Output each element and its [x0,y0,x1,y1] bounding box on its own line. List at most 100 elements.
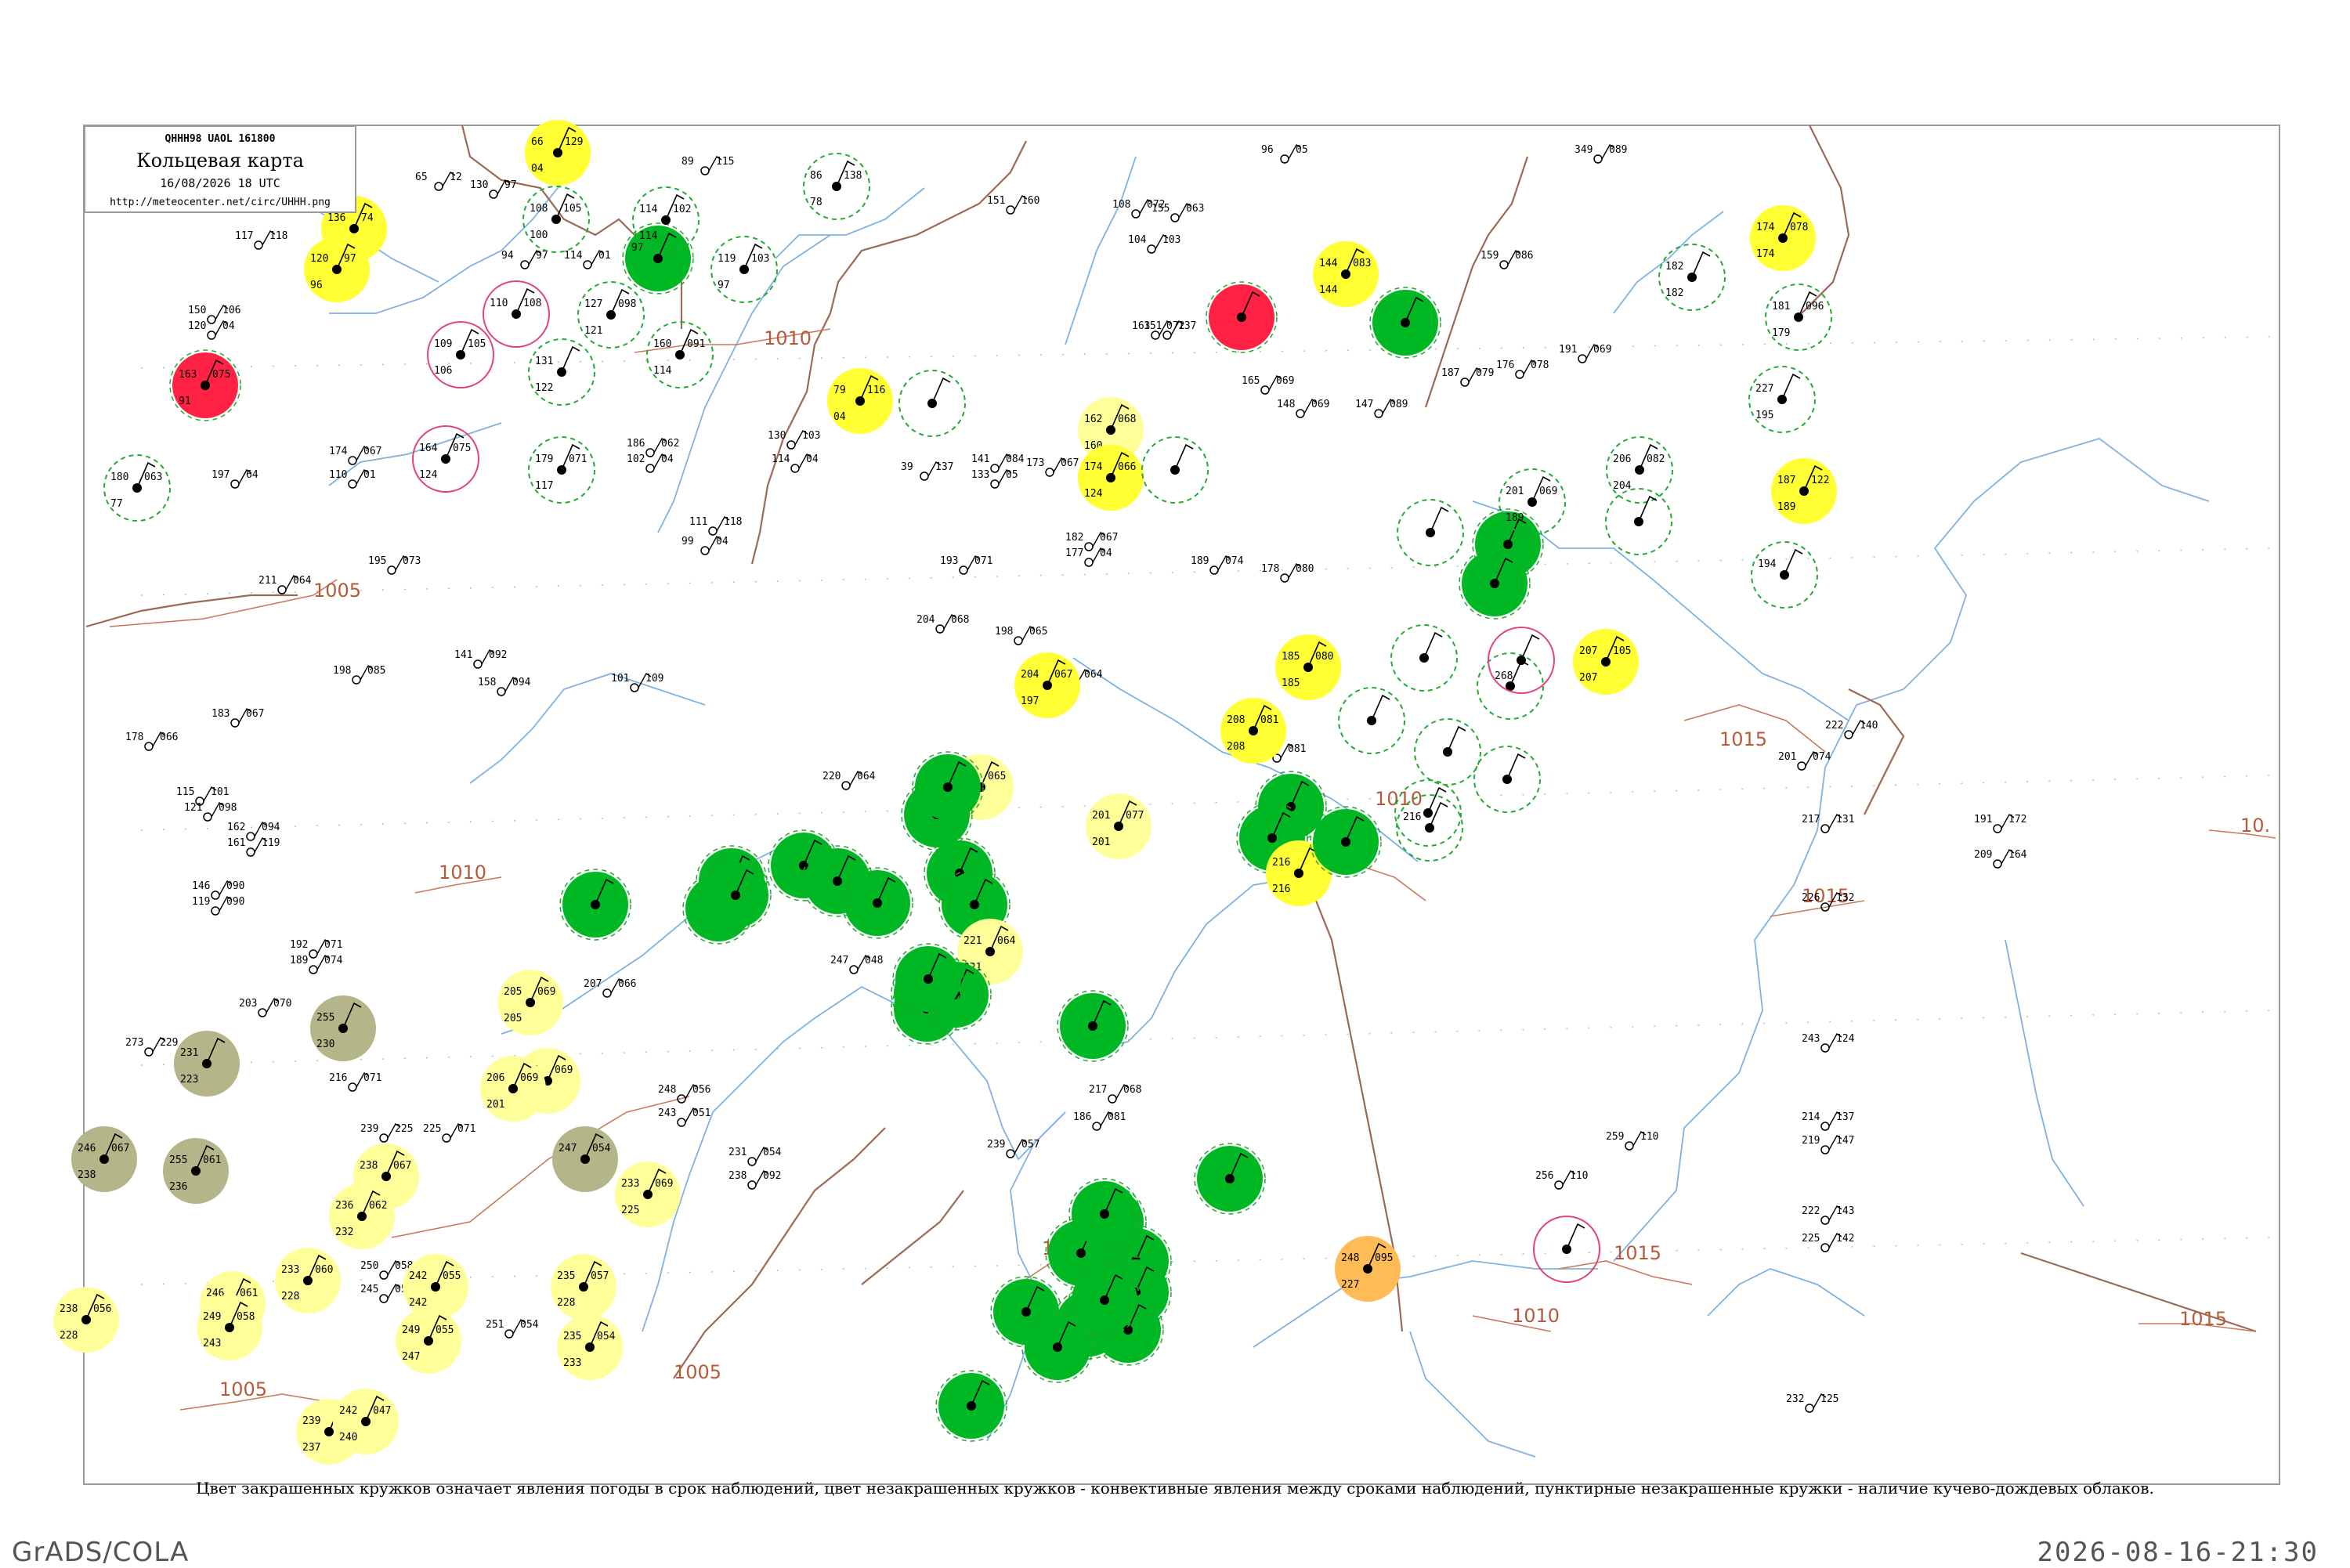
station-pressure: 095 [1375,1252,1393,1264]
station-pressure: 047 [373,1405,391,1417]
obs-pressure: 125 [1820,1393,1838,1405]
station-dewpoint: 106 [434,365,452,377]
station-circle: 97 [622,222,694,294]
station-circle [1533,1216,1600,1283]
station-temperature: 206 [1613,453,1631,465]
obs-temperature: 120 [188,320,206,332]
station-circle: 174 066 124 [1078,445,1144,511]
obs-temperature: 245 [360,1284,378,1295]
station-dot-icon [1084,542,1094,551]
obs-pressure: 071 [363,1072,381,1084]
station-observation: 65 12 [415,171,462,191]
station-dot-icon [708,526,718,536]
station-dewpoint: 237 [302,1442,320,1454]
station-circle [1605,488,1672,555]
obs-temperature: 243 [658,1107,676,1119]
obs-temperature: 141 [454,649,472,661]
river [2005,939,2084,1207]
obs-temperature: 232 [1786,1393,1804,1405]
station-circle: 194 [1751,541,1818,609]
station-dot-icon [1625,1141,1634,1151]
station-observation: 89 115 [682,155,734,175]
station-observation: 178 066 [125,731,178,751]
obs-temperature: 204 [916,614,935,626]
obs-pressure: 074 [1225,555,1244,567]
station-observation: 222 143 [1802,1205,1854,1225]
station-pressure: 067 [1054,669,1072,681]
obs-temperature: 203 [239,998,257,1010]
station-dot-icon [677,1118,686,1127]
obs-temperature: 186 [627,438,645,450]
station-dot-icon [1374,409,1383,418]
obs-temperature: 178 [1261,563,1279,575]
station-dewpoint: 122 [535,382,553,394]
obs-pressure: 103 [1162,234,1180,246]
weather-map: 1005101010151010100510051015100510101010… [53,120,2280,1485]
station-dot-icon [1209,565,1219,575]
obs-pressure: 066 [160,732,178,743]
station-dot-icon [207,331,216,340]
station-observation: 161 119 [227,836,280,857]
station-observation: 183 067 [212,707,264,728]
station-dewpoint: 216 [1272,883,1290,895]
obs-temperature: 217 [1089,1084,1107,1096]
obs-pressure: 094 [512,677,531,688]
obs-pressure: 05 [1296,144,1308,156]
obs-pressure: 106 [222,305,240,316]
station-dot-icon [230,479,240,489]
obs-temperature: 225 [423,1123,441,1135]
station-circle: 187 122 189 [1771,458,1837,524]
station-observation: 222 140 [1825,719,1878,739]
station-dot-icon [747,1157,757,1166]
obs-pressure: 086 [1515,250,1533,262]
station-observation: 158 094 [478,676,531,696]
obs-pressure: 070 [273,998,291,1010]
station-circle: 164 075 124 [412,425,479,493]
station-dot-icon [700,166,710,175]
station-dewpoint: 240 [339,1432,357,1443]
station-dewpoint: 124 [419,469,438,481]
station-dot-icon [700,546,710,555]
station-observation: 214 137 [1802,1111,1854,1131]
station-circle: 79 116 04 [827,368,893,434]
station-pressure: 062 [369,1200,387,1212]
station-circle: 235 054 233 [557,1314,623,1380]
station-dot-icon [203,812,212,822]
station-pressure: 065 [988,771,1006,782]
station-temperature: 255 [169,1154,187,1166]
obs-temperature: 174 [329,446,348,457]
obs-temperature: 248 [658,1084,676,1096]
station-dot-icon [387,565,396,575]
station-observation: 217 131 [1802,813,1854,833]
station-observation: 119 090 [192,895,244,916]
station-pressure: 082 [1647,453,1665,465]
station-temperature: 204 [1021,669,1039,681]
obs-temperature: 251 [486,1319,504,1331]
footer-timestamp: 2026-08-16-21:30 [2037,1537,2319,1568]
station-circle: 179 071 117 [528,436,595,504]
station-dot-icon [645,464,655,473]
obs-pressure: 069 [1311,399,1329,410]
station-dot-icon [1797,761,1806,771]
station-circle [1338,687,1405,754]
station-observation: 204 068 [916,613,969,634]
obs-temperature: 150 [188,305,206,316]
obs-temperature: 191 [1559,344,1577,356]
obs-temperature: 259 [1606,1131,1624,1143]
obs-pressure: 103 [802,430,820,442]
isobar-label: 1015 [1614,1242,1661,1264]
station-dot-icon [990,479,1000,489]
station-observation: 187 079 [1441,367,1494,387]
station-dot-icon [211,891,220,900]
legend-url: http://meteocenter.net/circ/UHHH.png [110,197,331,208]
station-dewpoint: 185 [1282,677,1300,689]
station-pressure: 075 [212,369,230,381]
station-dewpoint: 174 [1756,248,1775,260]
station-circle: 163 075 91 [169,349,241,421]
station-pressure: 105 [468,338,486,350]
station-dot-icon [211,906,220,916]
station-circle: 120 97 96 [304,237,370,302]
station-temperature: 247 [559,1143,577,1154]
obs-temperature: 159 [1480,250,1499,262]
station-observation: 191 172 [1974,813,2026,833]
